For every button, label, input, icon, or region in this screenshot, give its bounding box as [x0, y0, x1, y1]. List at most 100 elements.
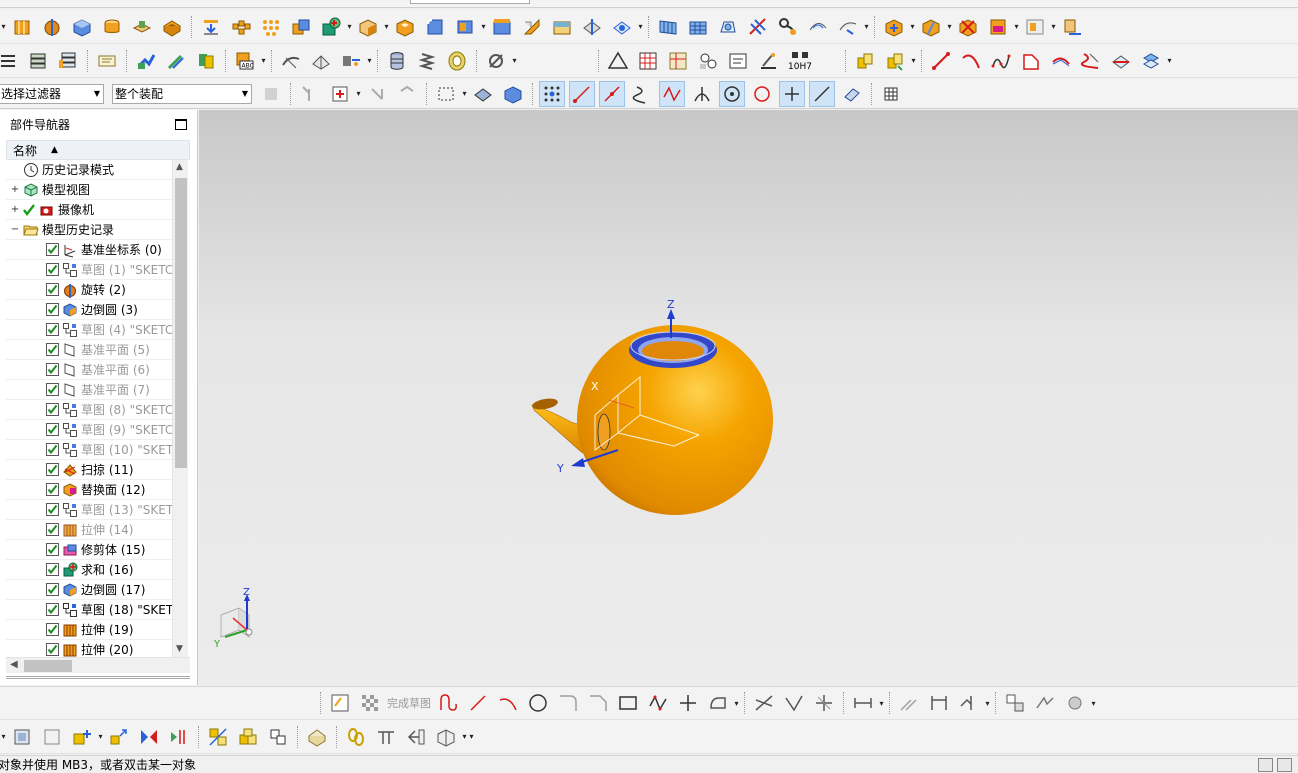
wave-geometry-icon[interactable] [986, 15, 1010, 39]
assembly-filter-icon[interactable] [259, 82, 283, 106]
feature-checkbox[interactable] [46, 463, 59, 476]
studio-spline-icon[interactable] [989, 49, 1013, 73]
show-degrees-of-freedom-icon[interactable] [236, 725, 260, 749]
select-all-icon[interactable] [328, 82, 352, 106]
emboss-icon[interactable] [199, 15, 223, 39]
boss-icon[interactable] [130, 15, 154, 39]
sketch-offset-icon[interactable] [706, 691, 730, 715]
tree-row[interactable]: 边倒圆 (3) [6, 300, 172, 320]
reset-filter-icon[interactable] [395, 82, 419, 106]
copy-to-layer-icon[interactable] [56, 49, 80, 73]
assembly-navigator-icon[interactable] [10, 725, 34, 749]
balloon-icon[interactable] [696, 49, 720, 73]
tree-row[interactable]: 基准坐标系 (0) [6, 240, 172, 260]
sketch-chamfer-icon[interactable] [586, 691, 610, 715]
snap-endpoint-icon[interactable] [539, 80, 565, 107]
parts-list-icon[interactable] [666, 49, 690, 73]
sketch-point-icon[interactable] [676, 691, 700, 715]
through-curves-icon[interactable] [686, 15, 710, 39]
tree-row[interactable]: 草图 (8) "SKETC [6, 400, 172, 420]
feature-checkbox[interactable] [46, 563, 59, 576]
spring-icon[interactable] [415, 49, 439, 73]
projected-curve-icon[interactable] [1079, 49, 1103, 73]
triangle-icon[interactable] [606, 49, 630, 73]
dropdown-arrow[interactable]: ▾ [97, 725, 104, 749]
pattern-face-icon[interactable] [259, 15, 283, 39]
tree-row[interactable]: 草图 (4) "SKETC [6, 320, 172, 340]
assembly-constraints-icon[interactable] [206, 725, 230, 749]
feature-checkbox[interactable] [46, 583, 59, 596]
dropdown-arrow[interactable]: ▾ [461, 725, 468, 749]
gear-mechanism-icon[interactable] [484, 49, 508, 73]
tolerance-icon[interactable]: 10H7 [786, 49, 818, 73]
snap-grid-icon[interactable] [879, 82, 903, 106]
move-to-layer-icon[interactable] [26, 49, 50, 73]
dropdown-arrow[interactable]: ▾ [0, 15, 7, 39]
pattern-component-icon[interactable] [167, 725, 191, 749]
horizontal-scrollbar[interactable]: ◀ [6, 657, 190, 673]
face-blend-icon[interactable] [836, 15, 860, 39]
tree-row[interactable]: 历史记录模式 [6, 160, 172, 180]
trim-body-icon[interactable] [610, 15, 634, 39]
type-filter-icon[interactable] [298, 82, 322, 106]
link-icon[interactable] [344, 725, 368, 749]
analyze-deviation-icon[interactable] [279, 49, 303, 73]
snap-point-on-face-icon[interactable] [840, 82, 864, 106]
dropdown-arrow[interactable]: ▾ [1050, 15, 1057, 39]
tree-row[interactable]: 草图 (18) "SKETC [6, 600, 172, 620]
feature-checkbox[interactable] [46, 603, 59, 616]
tree-row[interactable]: 拉伸 (20) [6, 640, 172, 657]
n-sided-surface-icon[interactable] [806, 15, 830, 39]
unite-icon[interactable] [289, 15, 313, 39]
tree-row[interactable]: 草图 (9) "SKETC [6, 420, 172, 440]
dropdown-arrow[interactable]: ▾ [1166, 49, 1173, 73]
add-component-icon[interactable] [882, 15, 906, 39]
dropdown-arrow[interactable]: ▾ [383, 15, 390, 39]
tree-row[interactable]: 替换面 (12) [6, 480, 172, 500]
revolve-icon[interactable] [40, 15, 64, 39]
dropdown-arrow[interactable]: ▾ [1090, 691, 1097, 715]
sequence-icon[interactable] [404, 725, 428, 749]
design-feature-icon[interactable] [927, 691, 951, 715]
through-curve-mesh-icon[interactable] [716, 15, 740, 39]
show-constraints-icon[interactable] [957, 691, 981, 715]
feature-checkbox[interactable] [46, 303, 59, 316]
dropdown-arrow[interactable]: ▾ [468, 725, 475, 749]
dropdown-arrow[interactable]: ▾ [355, 82, 362, 106]
sketch-circle-icon[interactable] [526, 691, 550, 715]
arc-icon[interactable] [959, 49, 983, 73]
pocket-icon[interactable] [160, 15, 184, 39]
swept-icon[interactable] [776, 15, 800, 39]
assembly-parts-icon[interactable] [853, 49, 877, 73]
profile-icon[interactable] [436, 691, 460, 715]
dropdown-arrow[interactable]: ▾ [910, 49, 917, 73]
clipped-dropdown[interactable] [410, 0, 530, 4]
feature-checkbox[interactable] [46, 423, 59, 436]
feature-checkbox[interactable] [46, 483, 59, 496]
dropdown-arrow[interactable]: ▾ [260, 49, 267, 73]
reference-set-icon[interactable] [305, 725, 329, 749]
quick-trim-icon[interactable] [752, 691, 776, 715]
move-component-icon[interactable] [107, 725, 131, 749]
assembly-cut-icon[interactable] [434, 725, 458, 749]
tree-row[interactable]: 基准平面 (5) [6, 340, 172, 360]
offset-face-icon[interactable] [490, 15, 514, 39]
assembly-replace-icon[interactable] [883, 49, 907, 73]
dropdown-arrow[interactable]: ▾ [878, 691, 885, 715]
snap-midpoint-icon[interactable] [599, 80, 625, 107]
chamfer-icon[interactable] [356, 15, 380, 39]
expand-icon[interactable]: + [10, 184, 20, 195]
measure-distance-icon[interactable] [339, 49, 363, 73]
scroll-up-icon[interactable]: ▲ [176, 162, 183, 172]
alternate-solution-icon[interactable] [1003, 691, 1027, 715]
snap-arc-center-icon[interactable] [719, 80, 745, 107]
dropdown-arrow[interactable]: ▾ [1013, 15, 1020, 39]
split-body-icon[interactable] [580, 15, 604, 39]
teapot-model[interactable]: Z X Y Z Y [199, 110, 1298, 686]
dropdown-arrow[interactable]: ▾ [511, 49, 518, 73]
remember-constraints-icon[interactable] [266, 725, 290, 749]
surface-finish-icon[interactable] [756, 49, 780, 73]
feature-checkbox[interactable] [46, 243, 59, 256]
feature-checkbox[interactable] [46, 403, 59, 416]
exploded-view-icon[interactable] [1060, 15, 1084, 39]
